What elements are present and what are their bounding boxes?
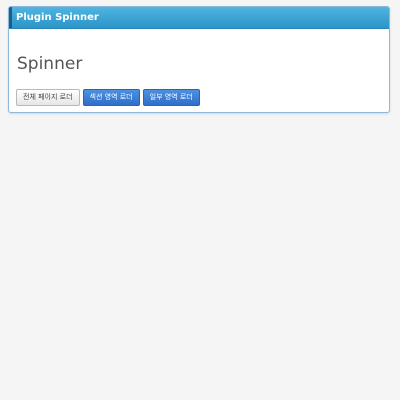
- full-page-loader-button[interactable]: 전체 페이지 로더: [16, 89, 80, 106]
- page-title: Spinner: [17, 54, 83, 74]
- panel-header-title: Plugin Spinner: [16, 12, 99, 23]
- panel-header: Plugin Spinner: [9, 7, 389, 29]
- spinner-panel: Plugin Spinner Spinner 전체 페이지 로더 섹션 영역 로…: [8, 6, 390, 113]
- section-area-loader-button[interactable]: 섹션 영역 로더: [82, 89, 140, 106]
- partial-area-loader-button[interactable]: 일부 영역 로더: [142, 89, 200, 106]
- button-group: 전체 페이지 로더 섹션 영역 로더 일부 영역 로더: [16, 89, 200, 106]
